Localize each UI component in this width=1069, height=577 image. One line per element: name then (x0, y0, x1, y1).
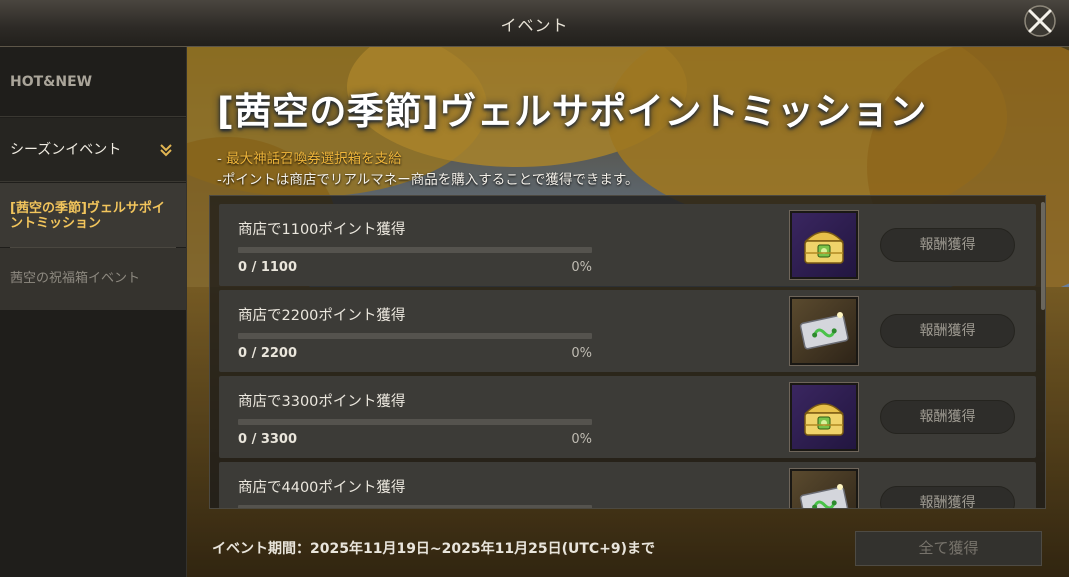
mission-count: 0 / 2200 (238, 346, 298, 361)
sidebar-item-blessing-box-event[interactable]: 茜空の祝福箱イベント (0, 248, 186, 310)
event-period: イベント期間：2025年11月19日~2025年11月25日(UTC+9)まで (212, 541, 656, 557)
mission-progress-bar (238, 333, 592, 339)
claim-reward-button[interactable]: 報酬獲得 (880, 314, 1015, 348)
golden-chest-icon[interactable] (789, 382, 859, 452)
sidebar-item-hot-new[interactable]: HOT&NEW (0, 47, 186, 117)
summon-ticket-icon[interactable] (789, 468, 859, 508)
claim-reward-button[interactable]: 報酬獲得 (880, 486, 1015, 508)
claim-reward-button[interactable]: 報酬獲得 (880, 228, 1015, 262)
claim-all-button[interactable]: 全て獲得 (855, 531, 1042, 566)
summon-ticket-icon[interactable] (789, 296, 859, 366)
mission-label: 商店で1100ポイント獲得 (238, 222, 406, 238)
sidebar-item-label: シーズンイベント (10, 142, 122, 158)
window-title: イベント (500, 16, 569, 35)
chevron-down-icon (160, 144, 172, 157)
sidebar: HOT&NEW シーズンイベント [茜空の季節]ヴェルサポイントミッション 茜空… (0, 47, 187, 577)
sidebar-item-versa-point-mission[interactable]: [茜空の季節]ヴェルサポイントミッション (0, 183, 186, 247)
title-bar: イベント (0, 0, 1069, 47)
sidebar-item-label: [茜空の季節]ヴェルサポイントミッション (10, 201, 165, 231)
mission-label: 商店で3300ポイント獲得 (238, 394, 406, 410)
mission-row: 商店で2200ポイント獲得 0 / 2200 0% 報酬獲得 (219, 290, 1036, 372)
sidebar-item-label: 茜空の祝福箱イベント (10, 271, 141, 286)
event-point-description: -ポイントは商店でリアルマネー商品を購入することで獲得できます。 (217, 172, 639, 188)
mission-row: 商店で4400ポイント獲得 報酬獲得 (219, 462, 1036, 508)
mission-row: 商店で1100ポイント獲得 0 / 1100 0% 報酬獲得 (219, 204, 1036, 286)
mission-progress-bar (238, 419, 592, 425)
mission-label: 商店で2200ポイント獲得 (238, 308, 406, 324)
mission-progress-bar (238, 247, 592, 253)
sidebar-item-season-event[interactable]: シーズンイベント (0, 118, 186, 182)
close-button[interactable] (1023, 4, 1057, 38)
event-reward-description: - 最大神話召喚券選択箱を支給 (217, 147, 402, 167)
golden-chest-icon[interactable] (789, 210, 859, 280)
mission-percent: 0% (571, 432, 592, 447)
mission-list[interactable]: 商店で1100ポイント獲得 0 / 1100 0% 報酬獲得 商店で2200ポイ… (209, 195, 1046, 509)
mission-count: 0 / 1100 (238, 260, 298, 275)
mission-percent: 0% (571, 346, 592, 361)
mission-list-scrollbar[interactable] (1041, 202, 1045, 310)
close-icon (1024, 5, 1056, 37)
event-panel: [茜空の季節]ヴェルサポイントミッション - 最大神話召喚券選択箱を支給 -ポイ… (187, 47, 1069, 577)
mission-progress-bar (238, 505, 592, 508)
mission-count: 0 / 3300 (238, 432, 298, 447)
event-title: [茜空の季節]ヴェルサポイントミッション (217, 90, 927, 133)
claim-reward-button[interactable]: 報酬獲得 (880, 400, 1015, 434)
description-dash: - (217, 151, 227, 167)
description-highlight: 最大神話召喚券選択箱を支給 (226, 151, 402, 167)
sidebar-item-label: HOT&NEW (10, 74, 93, 90)
mission-label: 商店で4400ポイント獲得 (238, 480, 406, 496)
mission-row: 商店で3300ポイント獲得 0 / 3300 0% 報酬獲得 (219, 376, 1036, 458)
mission-percent: 0% (571, 260, 592, 275)
